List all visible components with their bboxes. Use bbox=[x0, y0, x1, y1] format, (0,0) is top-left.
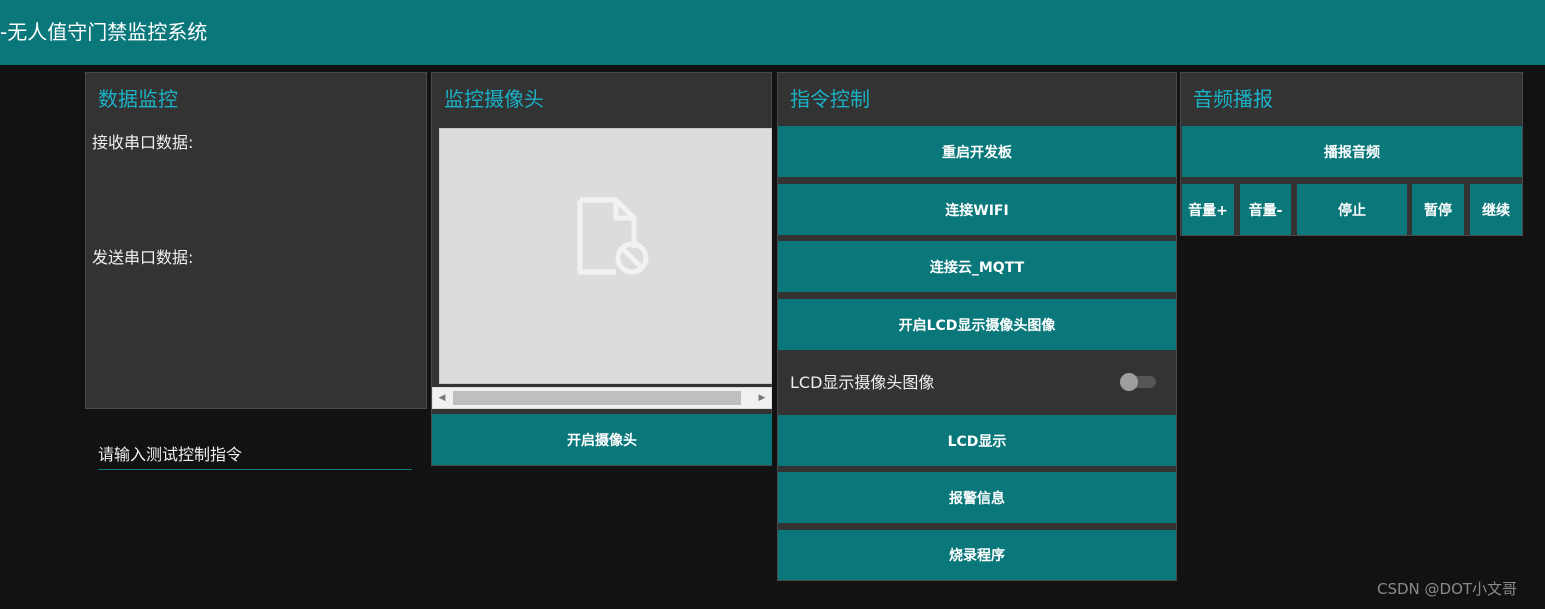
pause-button[interactable]: 暂停 bbox=[1412, 184, 1464, 235]
command-control-panel: 指令控制 重启开发板 连接WIFI 连接云_MQTT 开启LCD显示摄像头图像 … bbox=[777, 72, 1177, 581]
open-lcd-camera-button[interactable]: 开启LCD显示摄像头图像 bbox=[778, 299, 1176, 350]
command-input[interactable] bbox=[98, 441, 412, 467]
camera-horizontal-scrollbar[interactable]: ◀ ▶ bbox=[432, 387, 772, 409]
send-serial-label: 发送串口数据: bbox=[92, 248, 194, 267]
data-monitor-panel: 数据监控 接收串口数据: 发送串口数据: bbox=[85, 72, 427, 470]
camera-title: 监控摄像头 bbox=[444, 87, 544, 111]
command-input-wrapper bbox=[98, 441, 412, 470]
volume-down-button[interactable]: 音量- bbox=[1240, 184, 1291, 235]
watermark: CSDN @DOT小文哥 bbox=[1377, 580, 1518, 598]
audio-panel: 音频播报 播报音频 音量+ 音量- 停止 暂停 继续 bbox=[1180, 72, 1523, 236]
lcd-display-button[interactable]: LCD显示 bbox=[778, 415, 1176, 466]
audio-title: 音频播报 bbox=[1193, 87, 1273, 111]
data-monitor-title: 数据监控 bbox=[98, 87, 178, 111]
restart-board-button[interactable]: 重启开发板 bbox=[778, 126, 1176, 177]
volume-up-button[interactable]: 音量+ bbox=[1182, 184, 1234, 235]
app-title: -无人值守门禁监控系统 bbox=[0, 20, 208, 44]
camera-panel: 监控摄像头 ◀ ▶ 开启摄像头 bbox=[431, 72, 772, 466]
lcd-camera-toggle-label: LCD显示摄像头图像 bbox=[790, 373, 935, 392]
scroll-left-arrow-icon[interactable]: ◀ bbox=[433, 388, 451, 408]
camera-view bbox=[439, 128, 772, 384]
toggle-knob bbox=[1120, 373, 1138, 391]
receive-serial-label: 接收串口数据: bbox=[92, 133, 194, 152]
scroll-right-arrow-icon[interactable]: ▶ bbox=[753, 388, 771, 408]
lcd-camera-toggle-switch[interactable] bbox=[1120, 373, 1158, 391]
flash-program-button[interactable]: 烧录程序 bbox=[778, 530, 1176, 580]
lcd-camera-toggle-row: LCD显示摄像头图像 bbox=[778, 353, 1175, 410]
scrollbar-thumb[interactable] bbox=[453, 391, 741, 405]
connect-wifi-button[interactable]: 连接WIFI bbox=[778, 184, 1176, 235]
stop-button[interactable]: 停止 bbox=[1297, 184, 1407, 235]
alarm-info-button[interactable]: 报警信息 bbox=[778, 472, 1176, 523]
connect-mqtt-button[interactable]: 连接云_MQTT bbox=[778, 241, 1176, 292]
command-control-title: 指令控制 bbox=[790, 87, 870, 111]
broken-image-icon bbox=[577, 197, 649, 275]
resume-button[interactable]: 继续 bbox=[1470, 184, 1522, 235]
play-audio-button[interactable]: 播报音频 bbox=[1182, 126, 1522, 177]
app-header: -无人值守门禁监控系统 bbox=[0, 0, 1545, 65]
open-camera-button[interactable]: 开启摄像头 bbox=[432, 414, 772, 465]
